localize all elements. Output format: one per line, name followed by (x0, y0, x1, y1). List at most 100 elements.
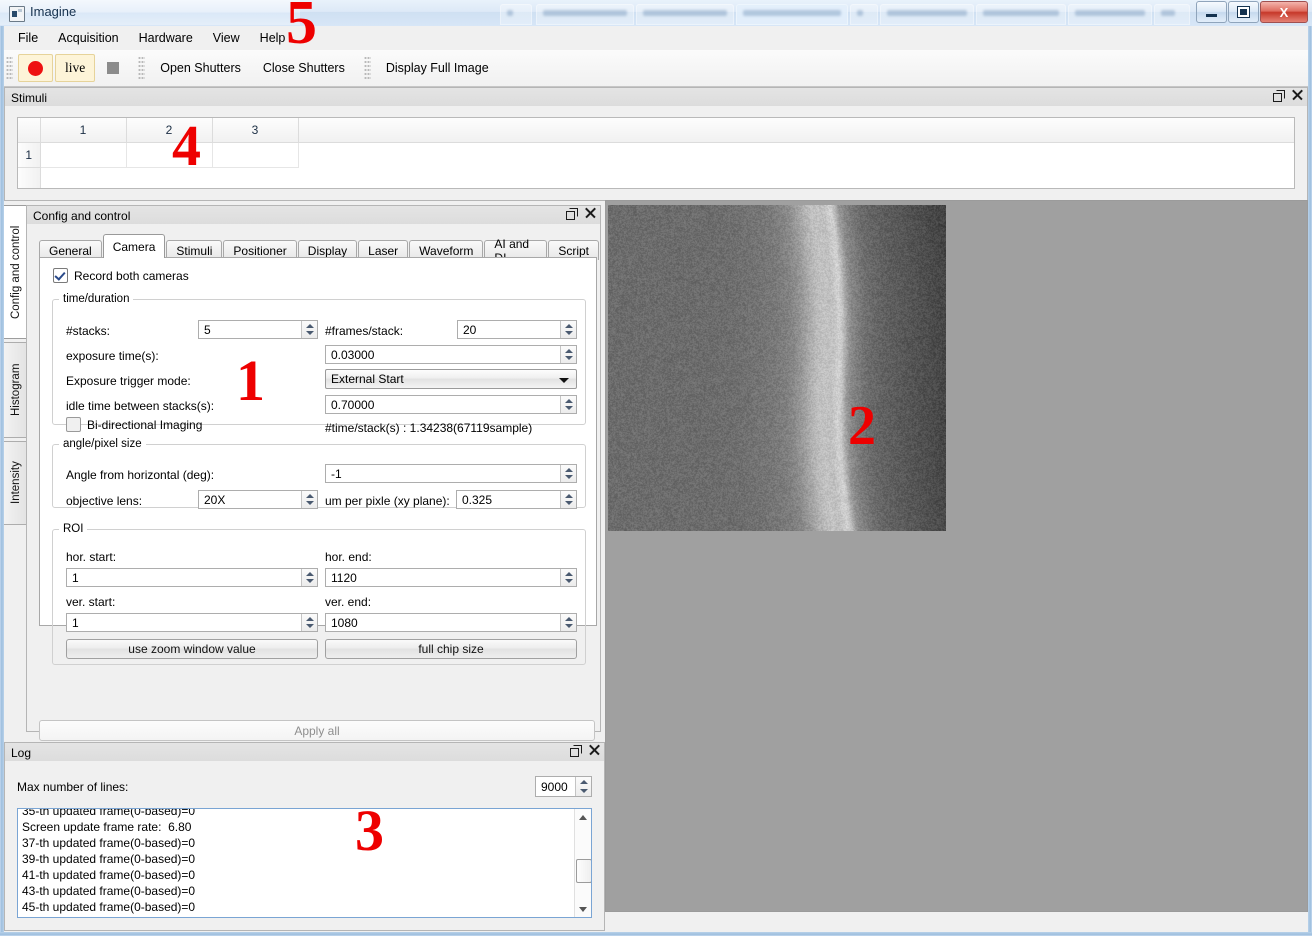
ver-end-label: ver. end: (325, 595, 372, 609)
apply-all-button[interactable]: Apply all (39, 720, 595, 741)
frames-per-stack-stepper[interactable] (560, 321, 576, 338)
record-both-cameras-label: Record both cameras (74, 268, 189, 283)
stop-icon (107, 62, 120, 74)
ver-start-stepper[interactable] (301, 614, 317, 631)
stacks-stepper[interactable] (301, 321, 317, 338)
toolbar-grip-3[interactable] (363, 56, 371, 80)
application-window: Imagine X File Acquisition Hardware View… (0, 0, 1312, 936)
camera-tab-page: Record both cameras time/duration #stack… (39, 257, 597, 665)
stimuli-dock-panel: Stimuli 1 2 3 1 (4, 87, 1308, 202)
menu-view[interactable]: View (203, 28, 250, 48)
max-number-of-lines-label: Max number of lines: (17, 780, 129, 794)
log-scrollbar[interactable] (574, 809, 591, 917)
row-header-1[interactable]: 1 (18, 142, 41, 168)
scroll-up-icon[interactable] (575, 809, 591, 825)
float-icon[interactable] (566, 208, 578, 220)
angle-from-horizontal-stepper[interactable] (560, 465, 576, 482)
ghost-tab (636, 4, 734, 25)
max-number-of-lines-input[interactable]: 9000 (535, 776, 592, 797)
exposure-time-stepper[interactable] (560, 346, 576, 363)
frames-per-stack-input[interactable]: 20 (457, 320, 577, 339)
bi-directional-imaging-checkbox[interactable] (66, 417, 81, 432)
close-shutters-button[interactable]: Close Shutters (253, 54, 355, 82)
hor-end-stepper[interactable] (560, 569, 576, 586)
frames-per-stack-label: #frames/stack: (325, 324, 404, 338)
maximize-button[interactable] (1228, 1, 1259, 23)
scrollbar-thumb[interactable] (576, 859, 591, 883)
minimize-button[interactable] (1196, 1, 1227, 23)
stacks-input[interactable]: 5 (198, 320, 318, 339)
angle-from-horizontal-value: -1 (331, 466, 342, 481)
column-header-3[interactable]: 3 (212, 118, 299, 143)
close-icon[interactable] (589, 745, 600, 756)
hor-start-value: 1 (72, 570, 79, 585)
um-per-pixel-stepper[interactable] (560, 491, 576, 508)
exposure-trigger-mode-select[interactable]: External Start (325, 369, 577, 389)
row-header-empty[interactable] (18, 167, 41, 188)
menu-hardware[interactable]: Hardware (129, 28, 203, 48)
ver-end-stepper[interactable] (560, 614, 576, 631)
idle-time-input[interactable]: 0.70000 (325, 395, 577, 414)
angle-from-horizontal-input[interactable]: -1 (325, 464, 577, 483)
menu-file[interactable]: File (8, 28, 48, 48)
column-header-filler (298, 118, 1294, 143)
log-panel-header: Log (4, 742, 605, 763)
open-shutters-button[interactable]: Open Shutters (150, 54, 251, 82)
use-zoom-window-value-button[interactable]: use zoom window value (66, 639, 318, 659)
image-display-area[interactable] (605, 200, 1308, 912)
record-both-cameras-checkbox[interactable] (53, 268, 68, 283)
stop-button[interactable] (97, 54, 129, 82)
close-icon: X (1279, 4, 1289, 20)
float-icon[interactable] (570, 745, 582, 757)
ver-start-label: ver. start: (66, 595, 116, 609)
idle-time-label: idle time between stacks(s): (66, 399, 215, 413)
hor-end-input[interactable]: 1120 (325, 568, 577, 587)
stacks-value: 5 (204, 322, 211, 337)
log-panel-title: Log (11, 745, 32, 760)
camera-frame-image[interactable] (608, 205, 946, 531)
cell-r1c3[interactable] (212, 142, 299, 168)
time-duration-group: time/duration #stacks: 5 #frames/stack: … (52, 293, 586, 435)
menu-help[interactable]: Help (250, 28, 296, 48)
full-chip-size-button[interactable]: full chip size (325, 639, 577, 659)
roi-group: ROI hor. start: hor. end: 1 1120 ver. st… (52, 523, 586, 665)
tab-camera[interactable]: Camera (102, 234, 166, 258)
app-icon (9, 6, 25, 22)
live-button[interactable]: live (55, 54, 96, 82)
cell-r1c1[interactable] (40, 142, 127, 168)
ver-start-input[interactable]: 1 (66, 613, 318, 632)
ver-end-input[interactable]: 1080 (325, 613, 577, 632)
idle-time-stepper[interactable] (560, 396, 576, 413)
record-both-cameras-row[interactable]: Record both cameras (53, 268, 189, 283)
ghost-tab (976, 4, 1066, 25)
column-header-1[interactable]: 1 (40, 118, 127, 143)
window-bottom-border (0, 932, 1312, 936)
table-row: 1 (18, 142, 1294, 168)
um-per-pixel-input[interactable]: 0.325 (456, 490, 577, 509)
hor-start-input[interactable]: 1 (66, 568, 318, 587)
display-full-image-button[interactable]: Display Full Image (376, 54, 499, 82)
menu-acquisition[interactable]: Acquisition (48, 28, 128, 48)
toolbar-grip-2[interactable] (138, 56, 146, 80)
max-number-of-lines-stepper[interactable] (575, 777, 591, 796)
record-button[interactable] (18, 54, 53, 82)
ver-start-value: 1 (72, 615, 79, 630)
exposure-time-input[interactable]: 0.03000 (325, 345, 577, 364)
cell-r1c2[interactable] (126, 142, 213, 168)
stimuli-table[interactable]: 1 2 3 1 (17, 117, 1295, 189)
log-output-area[interactable]: 35-th updated frame(0-based)=0 Screen up… (17, 808, 592, 918)
hor-end-value: 1120 (331, 570, 357, 585)
bi-directional-imaging-row[interactable]: Bi-directional Imaging (66, 417, 202, 432)
close-icon[interactable] (1292, 90, 1303, 101)
close-icon[interactable] (585, 208, 596, 219)
scroll-down-icon[interactable] (575, 901, 591, 917)
stimuli-panel-header: Stimuli (4, 87, 1308, 108)
column-header-2[interactable]: 2 (126, 118, 213, 143)
toolbar-grip[interactable] (6, 56, 13, 80)
objective-lens-stepper[interactable] (301, 491, 317, 508)
close-button[interactable]: X (1260, 1, 1308, 23)
float-icon[interactable] (1273, 90, 1285, 102)
config-and-control-dock-panel: Config and control General Camera Stimul… (26, 205, 601, 741)
hor-start-stepper[interactable] (301, 569, 317, 586)
objective-lens-input[interactable]: 20X (198, 490, 318, 509)
